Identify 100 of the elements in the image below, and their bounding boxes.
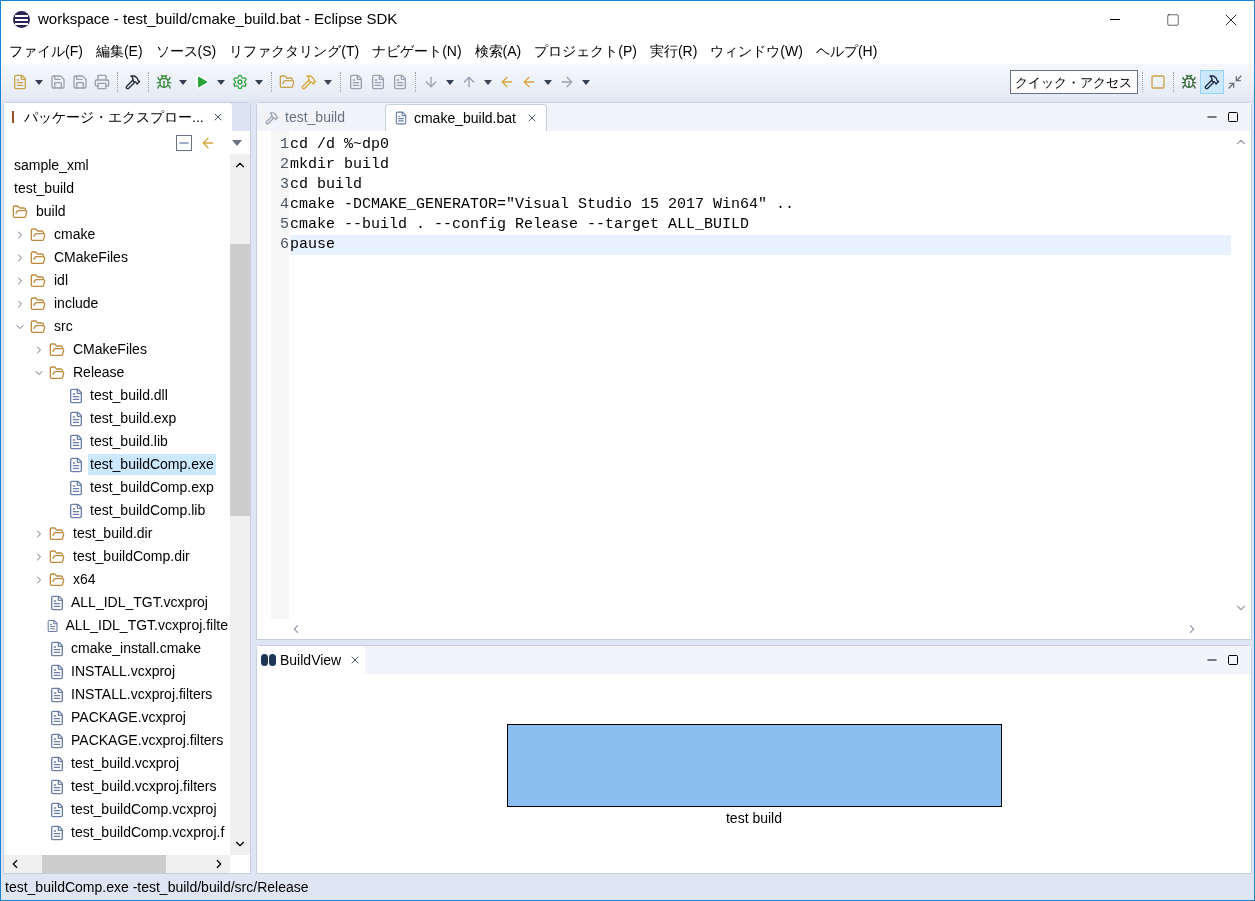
menu-item[interactable]: ヘルプ(H) [815, 40, 878, 62]
folder-icon [279, 74, 295, 90]
file-icon [68, 410, 84, 427]
caret-icon[interactable] [582, 79, 590, 85]
file-icon [68, 479, 84, 496]
menu-item[interactable]: ファイル(F) [9, 40, 83, 62]
save-icon [50, 74, 66, 90]
folder-icon [30, 295, 46, 312]
menu-item[interactable]: 検索(A) [474, 40, 522, 62]
tree-item[interactable]: cmake [52, 224, 98, 245]
build-node-box[interactable] [506, 724, 1002, 807]
build-node-label: test build [725, 809, 782, 828]
tree-item[interactable]: INSTALL.vcxproj [69, 661, 177, 682]
caret-icon[interactable] [35, 79, 43, 85]
tree-item[interactable]: build [34, 201, 68, 222]
caret-icon[interactable] [179, 79, 187, 85]
file-icon [49, 824, 65, 841]
caret-icon[interactable] [484, 79, 492, 85]
tree-item[interactable]: test_buildComp.vcxproj [69, 799, 219, 820]
file-icon [68, 433, 84, 450]
tree-item[interactable]: cmake_install.cmake [69, 638, 203, 659]
menu-item[interactable]: プロジェクト(P) [534, 40, 637, 62]
tree-item[interactable]: PACKAGE.vcxproj.filters [69, 730, 226, 751]
code-text: cd /d %~dp0 [290, 135, 391, 155]
editor-tab[interactable]: cmake_build.bat [384, 104, 547, 131]
tree-item[interactable]: INSTALL.vcxproj.filters [69, 684, 215, 705]
tree-item[interactable]: test_build.lib [88, 431, 170, 452]
tree-item[interactable]: test_buildComp.lib [88, 500, 208, 521]
file-icon [68, 502, 84, 519]
folder-icon [49, 571, 65, 588]
new-file-icon [12, 74, 28, 90]
tree-item[interactable]: test_buildComp.dir [71, 546, 192, 567]
gear-icon [232, 74, 248, 90]
line-number: 1 [279, 134, 289, 155]
tree-item[interactable]: Release [71, 362, 127, 383]
tree-item[interactable]: idl [52, 270, 70, 291]
tree-item[interactable]: test_build.exp [88, 408, 179, 429]
tree-item[interactable]: ALL_IDL_TGT.vcxproj.filte [63, 615, 230, 636]
document-icon [348, 74, 364, 90]
file-icon [49, 732, 65, 749]
eclipse-logo-icon [13, 11, 30, 28]
menu-item[interactable]: リファクタリング(T) [229, 40, 360, 62]
view-menu-icon[interactable] [232, 139, 242, 146]
code-text: cmake --build . --config Release --target ALL_BUILD [290, 215, 751, 235]
caret-icon[interactable] [255, 79, 263, 85]
editor-tab[interactable]: test_build [257, 104, 353, 131]
caret-icon[interactable] [544, 79, 552, 85]
print-icon [94, 74, 110, 90]
code-text: cd build [290, 175, 363, 195]
maximize-icon[interactable] [1227, 111, 1239, 123]
back-icon [521, 74, 537, 90]
hammer-icon [1204, 74, 1220, 90]
menu-item[interactable]: ウィンドウ(W) [710, 40, 803, 62]
caret-icon[interactable] [324, 79, 332, 85]
status-text: test_buildComp.exe -test_build/build/src/Release [5, 877, 309, 897]
line-number: 5 [279, 214, 289, 235]
tree-item[interactable]: CMakeFiles [52, 247, 130, 268]
folder-icon [49, 525, 65, 542]
tree-item[interactable]: src [52, 316, 75, 337]
tree-item[interactable]: include [52, 293, 101, 314]
file-icon [49, 686, 65, 703]
quick-access-field[interactable]: クイック・アクセス [1010, 70, 1138, 94]
file-icon [49, 801, 65, 818]
folder-icon [12, 203, 28, 220]
tree-item[interactable]: test_build [12, 178, 76, 199]
caret-icon[interactable] [446, 79, 454, 85]
hammer-icon [265, 110, 279, 125]
tree-item[interactable]: test_build.dll [88, 385, 170, 406]
save-all-icon [72, 74, 88, 90]
collapse-all-icon[interactable] [176, 134, 192, 151]
code-text: cmake -DCMAKE_GENERATOR="Visual Studio 15 2017 Win64" .. [290, 195, 796, 215]
tree-item[interactable]: test_buildComp.vcxproj.f [69, 822, 227, 843]
menu-item[interactable]: 実行(R) [649, 40, 698, 62]
menu-item[interactable]: 編集(E) [95, 40, 143, 62]
folder-icon [30, 272, 46, 289]
tree-item[interactable]: ALL_IDL_TGT.vcxproj [69, 592, 210, 613]
explorer-tab[interactable]: パッケージ・エクスプロー... [4, 103, 232, 131]
tree-item[interactable]: test_buildComp.exp [88, 477, 216, 498]
tree-item[interactable]: test_build.vcxproj [69, 753, 182, 774]
menu-item[interactable]: ナビゲート(N) [372, 40, 462, 62]
tree-item[interactable]: CMakeFiles [71, 339, 149, 360]
vertical-scrollbar[interactable] [230, 154, 250, 855]
document-icon [370, 74, 386, 90]
tree-item[interactable]: test_build.vcxproj.filters [69, 776, 219, 797]
file-icon [49, 640, 65, 657]
folder-icon [49, 548, 65, 565]
hammer-icon [125, 74, 141, 90]
menu-item[interactable]: ソース(S) [155, 40, 217, 62]
bug-icon [156, 74, 172, 90]
document-icon [392, 74, 408, 90]
folder-icon [30, 318, 46, 335]
line-number: 6 [279, 234, 289, 255]
caret-icon[interactable] [217, 79, 225, 85]
tree-item[interactable]: x64 [71, 569, 98, 590]
tree-item[interactable]: test_build.dir [71, 523, 155, 544]
tree-item[interactable]: test_buildComp.exe [88, 454, 216, 475]
maximize-icon[interactable] [1227, 654, 1239, 666]
tree-item[interactable]: sample_xml [12, 155, 91, 176]
build-view-tab[interactable]: BuildView [257, 646, 366, 674]
tree-item[interactable]: PACKAGE.vcxproj [69, 707, 188, 728]
